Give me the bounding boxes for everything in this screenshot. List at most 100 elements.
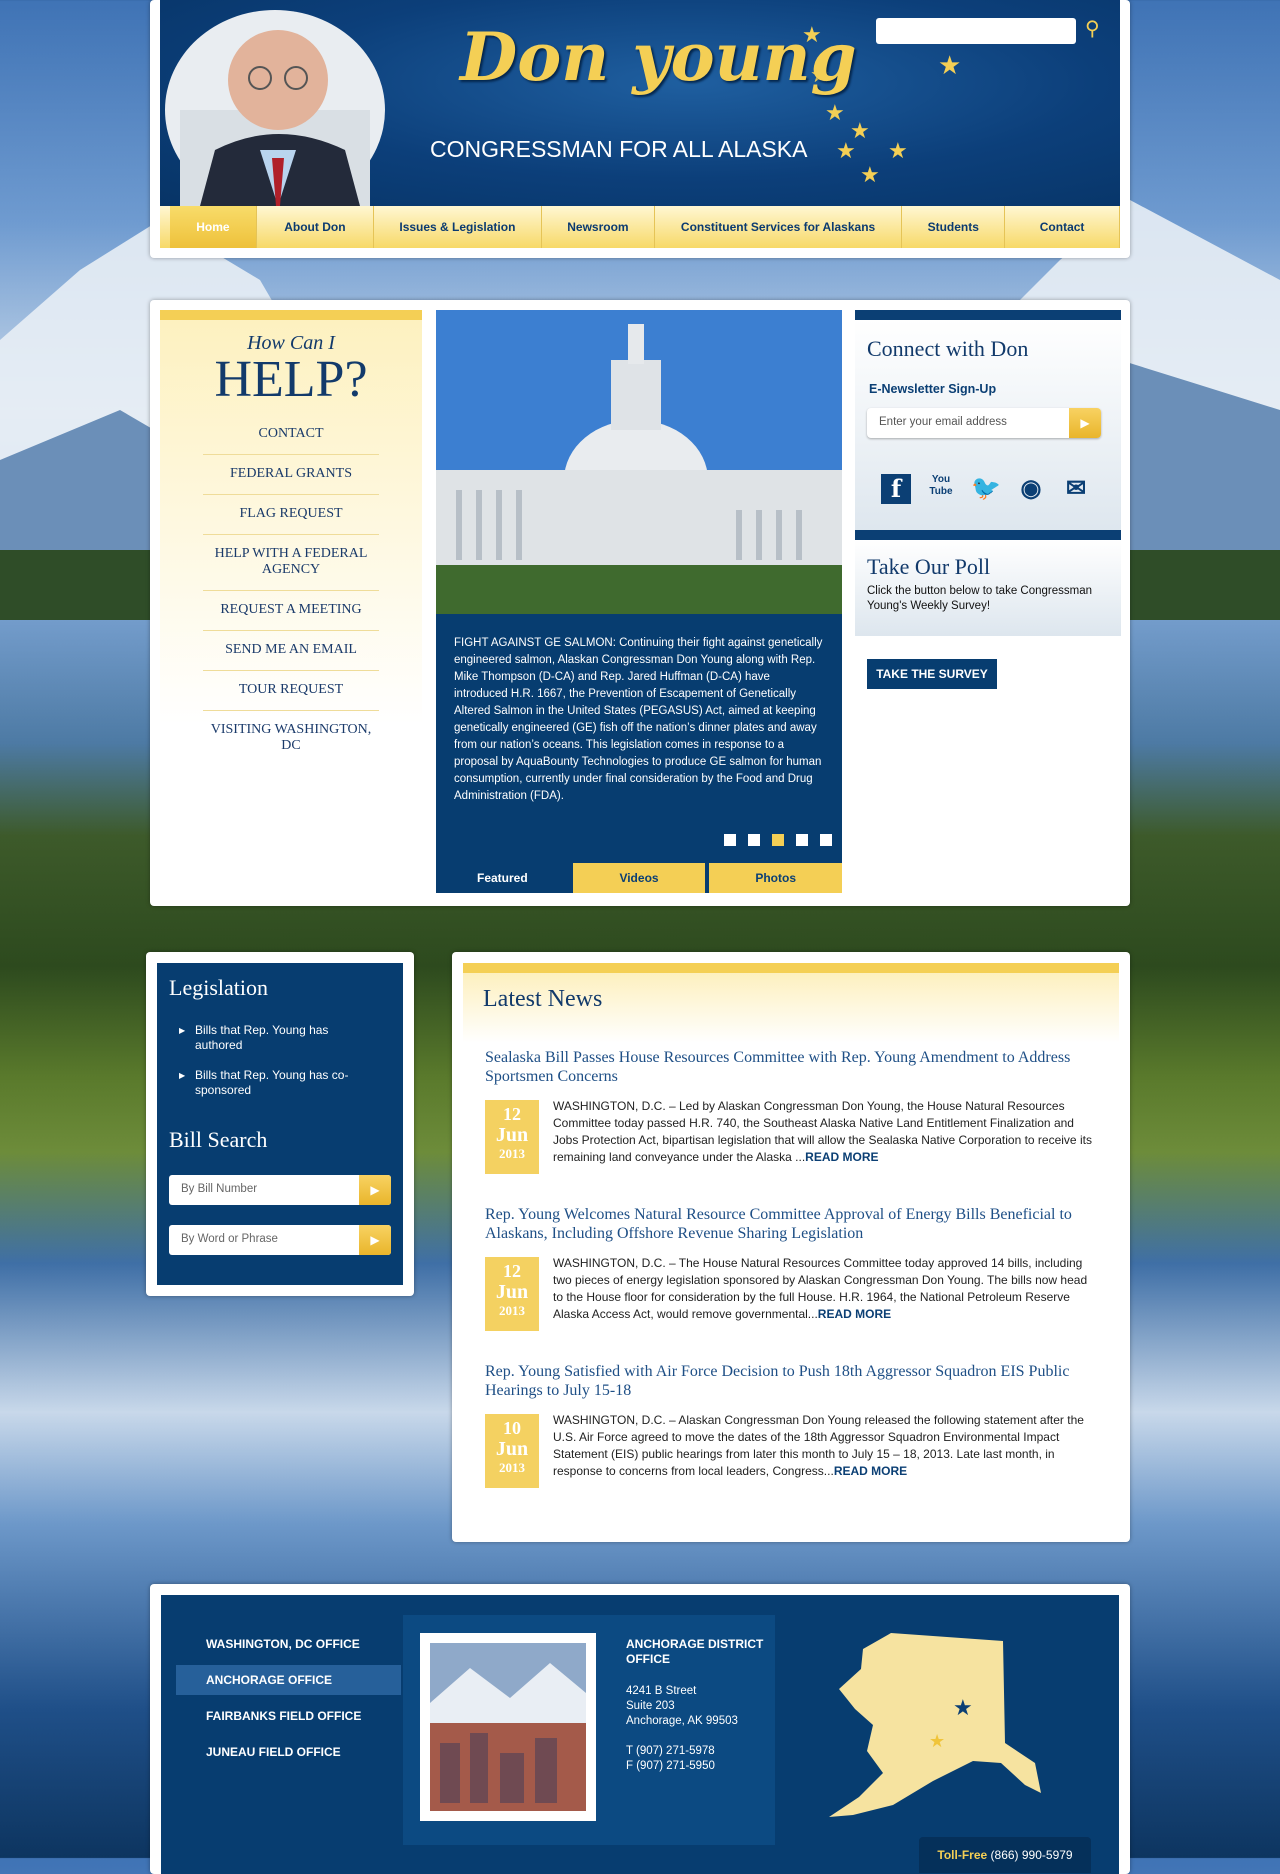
legislation-panel: Legislation ▶ Bills that Rep. Young has … xyxy=(146,952,414,1296)
email-placeholder: Enter your email address xyxy=(879,416,1007,428)
word-phrase-input[interactable]: By Word or Phrase ▶ xyxy=(169,1225,391,1255)
svg-text:★: ★ xyxy=(860,162,880,187)
legislation-box: Legislation ▶ Bills that Rep. Young has … xyxy=(157,963,403,1285)
office-photo-frame xyxy=(420,1633,596,1821)
news-title: Latest News xyxy=(483,986,603,1012)
nav-item-newsroom[interactable]: Newsroom xyxy=(542,206,655,248)
poll-title: Take Our Poll xyxy=(867,554,991,579)
slider-dot[interactable] xyxy=(748,834,760,846)
connect-column: Connect with Don E-Newsletter Sign-Up En… xyxy=(855,310,1121,880)
search-icon[interactable]: ⚲ xyxy=(1085,18,1107,40)
news-headline[interactable]: Rep. Young Satisfied with Air Force Deci… xyxy=(485,1362,1095,1400)
alaska-map: ★ ★ xyxy=(829,1633,1041,1817)
twitter-icon[interactable]: 🐦 xyxy=(971,474,1001,504)
office-tab[interactable]: JUNEAU FIELD OFFICE xyxy=(176,1737,401,1767)
connect-box: Connect with Don E-Newsletter Sign-Up En… xyxy=(855,310,1121,536)
logo-subtitle: CONGRESSMAN FOR ALL ALASKA xyxy=(430,136,808,162)
help-link-3[interactable]: HELP WITH A FEDERAL AGENCY xyxy=(203,535,379,591)
nav-item-students[interactable]: Students xyxy=(902,206,1006,248)
authored-bills-link[interactable]: Bills that Rep. Young has authored xyxy=(195,1023,365,1053)
slider-tab-photos[interactable]: Photos xyxy=(709,863,843,893)
help-link-1[interactable]: FEDERAL GRANTS xyxy=(203,455,379,495)
poll-text: Click the button below to take Congressm… xyxy=(867,585,1093,612)
office-title: ANCHORAGE DISTRICT OFFICE xyxy=(626,1637,764,1666)
header-banner: ★ ★ ★ ★ ★ ★ ★ ★ Don young CONGRESSMAN FOR AL… xyxy=(160,0,1120,206)
news-date: 12 Jun 2013 xyxy=(485,1100,539,1174)
help-box: How Can I HELP? CONTACT FEDERAL GRANTS FLA… xyxy=(160,310,422,898)
slider-dots xyxy=(724,834,832,846)
news-headline[interactable]: Rep. Young Welcomes Natural Resource Com… xyxy=(485,1205,1095,1243)
office-tab[interactable]: WASHINGTON, DC OFFICE xyxy=(176,1629,401,1659)
bill-search-title: Bill Search xyxy=(169,1127,268,1152)
news-month: Jun xyxy=(495,1438,529,1460)
bill-number-search-button[interactable]: ▶ xyxy=(359,1175,391,1205)
connect-title: Connect with Don xyxy=(867,336,1029,361)
featured-slider: FIGHT AGAINST GE SALMON: Continuing thei… xyxy=(436,310,843,893)
read-more-link[interactable]: READ MORE xyxy=(805,1150,878,1164)
office-tab[interactable]: FAIRBANKS FIELD OFFICE xyxy=(176,1701,401,1731)
nav-item-constituent-services-for-alaskans[interactable]: Constituent Services for Alaskans xyxy=(655,206,903,248)
news-date: 12 Jun 2013 xyxy=(485,1257,539,1331)
help-link-4[interactable]: REQUEST A MEETING xyxy=(203,591,379,631)
svg-text:★: ★ xyxy=(938,50,961,80)
svg-text:★: ★ xyxy=(929,1731,945,1751)
slider-dot[interactable] xyxy=(772,834,784,846)
toll-free-number: (866) 990-5979 xyxy=(990,1848,1073,1862)
news-summary-text: WASHINGTON, D.C. – Alaskan Congressman D… xyxy=(553,1413,1084,1478)
help-link-2[interactable]: FLAG REQUEST xyxy=(203,495,379,535)
footer-box: WASHINGTON, DC OFFICE ANCHORAGE OFFICE FAI… xyxy=(161,1595,1119,1874)
take-survey-button[interactable]: TAKE THE SURVEY xyxy=(867,659,997,689)
youtube-icon[interactable]: You Tube xyxy=(926,474,956,504)
help-link-0[interactable]: CONTACT xyxy=(203,415,379,455)
office-street: 4241 B Street xyxy=(626,1685,697,1697)
read-more-link[interactable]: READ MORE xyxy=(834,1464,907,1478)
news-summary: WASHINGTON, D.C. – The House Natural Res… xyxy=(553,1255,1093,1323)
slider-dot[interactable] xyxy=(820,834,832,846)
news-year: 2013 xyxy=(499,1303,525,1318)
help-link-6[interactable]: TOUR REQUEST xyxy=(203,671,379,711)
poll-box: Take Our Poll Click the button below to … xyxy=(855,530,1121,636)
news-month: Jun xyxy=(495,1124,529,1146)
nav-item-about-don[interactable]: About Don xyxy=(257,206,374,248)
facebook-icon[interactable]: f xyxy=(881,474,911,504)
office-suite: Suite 203 xyxy=(626,1700,675,1712)
read-more-link[interactable]: READ MORE xyxy=(818,1307,891,1321)
newsletter-submit-button[interactable]: ▶ xyxy=(1069,408,1101,438)
help-list: CONTACT FEDERAL GRANTS FLAG REQUEST HELP WI… xyxy=(160,415,422,766)
help-link-7[interactable]: VISITING WASHINGTON, DC xyxy=(203,711,379,766)
slider-dot[interactable] xyxy=(796,834,808,846)
nav-item-contact[interactable]: Contact xyxy=(1005,206,1121,248)
search-input[interactable] xyxy=(876,18,1076,44)
nav-item-home[interactable]: Home xyxy=(169,206,257,248)
footer-panel: WASHINGTON, DC OFFICE ANCHORAGE OFFICE FAI… xyxy=(150,1584,1130,1874)
slider-dot[interactable] xyxy=(724,834,736,846)
svg-text:★: ★ xyxy=(953,1695,973,1720)
slider-tabs: Featured Videos Photos xyxy=(436,863,843,893)
news-date: 10 Jun 2013 xyxy=(485,1414,539,1488)
legislation-title: Legislation xyxy=(169,975,268,1000)
news-headline[interactable]: Sealaska Bill Passes House Resources Com… xyxy=(485,1048,1095,1086)
news-day: 10 xyxy=(503,1418,521,1438)
help-link-5[interactable]: SEND ME AN EMAIL xyxy=(203,631,379,671)
office-fax: F (907) 271-5950 xyxy=(626,1760,715,1772)
cosponsored-bills-link[interactable]: Bills that Rep. Young has co-sponsored xyxy=(195,1068,365,1098)
office-phone: T (907) 271-5978 xyxy=(626,1745,715,1757)
news-day: 12 xyxy=(503,1104,521,1124)
slider-tab-videos[interactable]: Videos xyxy=(572,863,706,893)
word-phrase-search-button[interactable]: ▶ xyxy=(359,1225,391,1255)
office-tab[interactable]: ANCHORAGE OFFICE xyxy=(176,1665,401,1695)
rss-icon[interactable]: ◉ xyxy=(1016,474,1046,504)
header: ★ ★ ★ ★ ★ ★ ★ ★ Don young CONGRESSMAN FOR AL… xyxy=(150,0,1130,258)
news-summary: WASHINGTON, D.C. – Led by Alaskan Congre… xyxy=(553,1098,1093,1166)
news-year: 2013 xyxy=(499,1146,525,1161)
bullet-icon: ▶ xyxy=(179,1071,186,1080)
email-icon[interactable]: ✉ xyxy=(1061,474,1091,504)
nav-item-issues-legislation[interactable]: Issues & Legislation xyxy=(374,206,543,248)
svg-text:★: ★ xyxy=(836,138,856,163)
svg-text:★: ★ xyxy=(825,100,845,125)
newsletter-label: E-Newsletter Sign-Up xyxy=(869,382,997,396)
bill-number-input[interactable]: By Bill Number ▶ xyxy=(169,1175,391,1205)
news-day: 12 xyxy=(503,1261,521,1281)
newsletter-email-input[interactable]: Enter your email address ▶ xyxy=(867,408,1101,438)
slider-tab-featured[interactable]: Featured xyxy=(436,863,569,893)
